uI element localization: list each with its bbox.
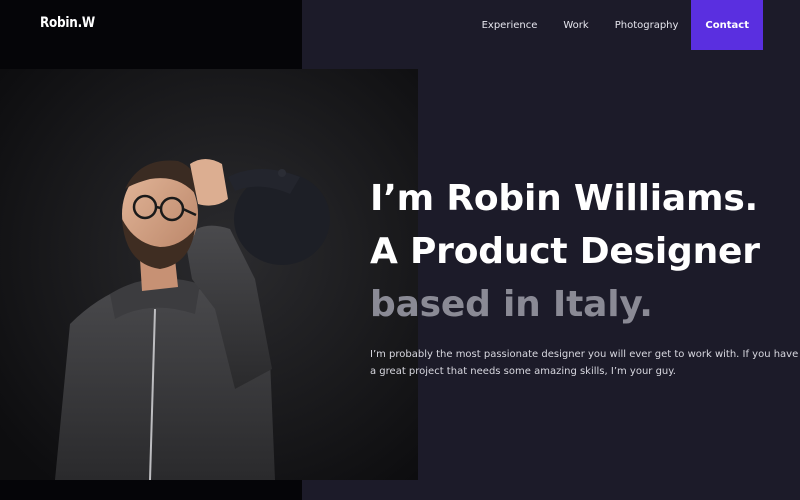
headline-line-1: I’m Robin Williams. (370, 178, 759, 219)
site-logo[interactable]: Robin.W (40, 15, 95, 31)
hero-headline: I’m Robin Williams. A Product Designer b… (370, 172, 790, 331)
page: Robin.W Experience Work Photography Cont… (0, 0, 800, 500)
main-nav: Experience Work Photography Contact (469, 0, 763, 50)
nav-contact-button[interactable]: Contact (691, 0, 763, 50)
nav-work[interactable]: Work (550, 0, 601, 50)
intro-paragraph: I’m probably the most passionate designe… (370, 349, 799, 377)
profile-photo (0, 69, 418, 480)
nav-photography[interactable]: Photography (602, 0, 692, 50)
headline-line-2: A Product Designer (370, 231, 760, 272)
nav-experience[interactable]: Experience (469, 0, 551, 50)
portrait-illustration (0, 69, 418, 480)
headline-line-3: based in Italy. (370, 284, 653, 325)
